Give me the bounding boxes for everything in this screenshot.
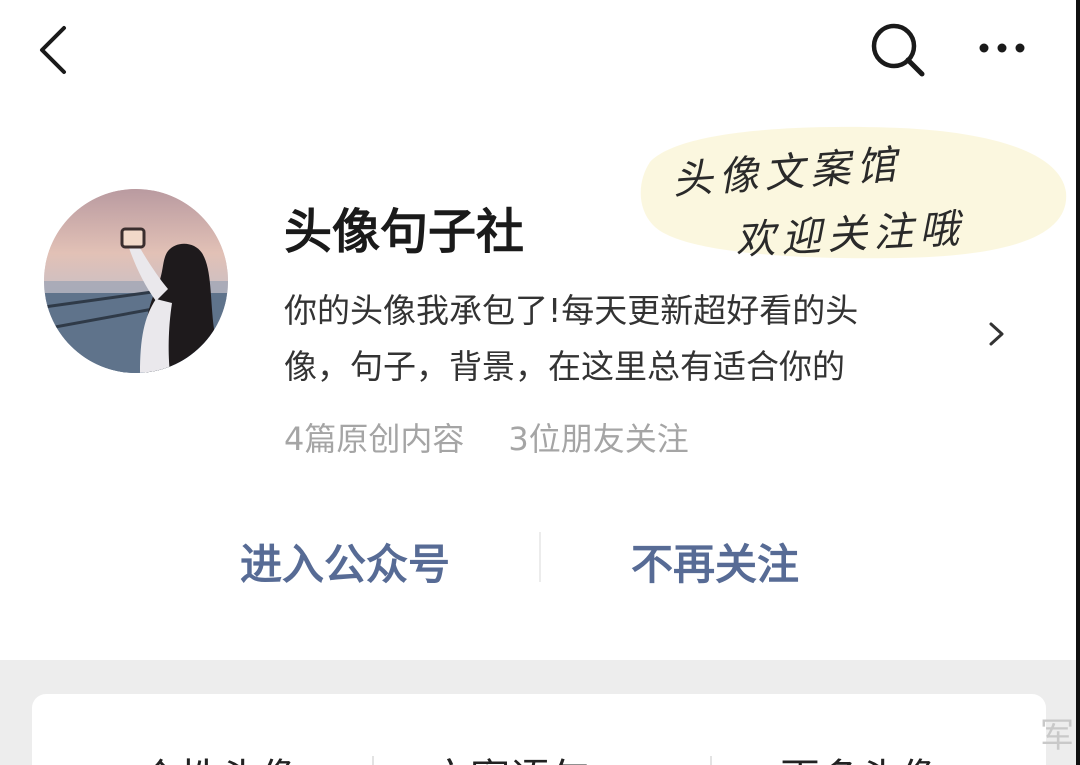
menu-tab-more[interactable]: 更多头像	[780, 746, 940, 765]
profile-detail-button[interactable]	[982, 316, 1012, 352]
chevron-right-icon	[989, 322, 1004, 346]
enter-account-button[interactable]: 进入公众号	[200, 526, 490, 596]
bio-line-2: 像，句子，背景，在这里总有适合你的	[284, 347, 845, 386]
menu-tab-quotes[interactable]: 文案语句	[430, 746, 590, 765]
account-bio[interactable]: 你的头像我承包了!每天更新超好看的头 像，句子，背景，在这里总有适合你的	[284, 283, 964, 395]
back-button[interactable]	[30, 22, 80, 78]
menu-divider	[710, 756, 712, 765]
sticker-title: 头像文案馆	[670, 142, 904, 204]
more-button[interactable]	[972, 28, 1032, 68]
menu-divider	[372, 756, 374, 765]
original-content-count[interactable]: 4篇原创内容	[284, 420, 464, 458]
screen-edge	[1076, 0, 1080, 765]
search-button[interactable]	[866, 18, 928, 80]
avatar-photo	[44, 189, 228, 373]
sticker-subtitle: 欢迎关注哦	[734, 206, 967, 264]
account-stats: 4篇原创内容 3位朋友关注	[284, 414, 689, 460]
chevron-left-icon	[40, 26, 66, 74]
watermark-text: 军	[1040, 716, 1074, 756]
friends-following-count[interactable]: 3位朋友关注	[508, 420, 688, 458]
official-account-profile-screen: 头像文案馆 欢迎关注哦 头像句子社 你的头像我承包了!每天更新超好看的头 像，句…	[0, 0, 1080, 765]
welcome-sticker: 头像文案馆 欢迎关注哦	[640, 122, 1070, 264]
unfollow-button[interactable]: 不再关注	[590, 526, 840, 596]
action-divider	[539, 532, 541, 582]
search-icon	[871, 23, 925, 77]
account-name: 头像句子社	[284, 204, 525, 260]
menu-tab-avatar[interactable]: 个性头像	[140, 746, 300, 765]
account-avatar[interactable]	[44, 189, 228, 373]
more-horizontal-icon	[979, 43, 1025, 53]
bio-line-1: 你的头像我承包了!每天更新超好看的头	[284, 291, 859, 330]
